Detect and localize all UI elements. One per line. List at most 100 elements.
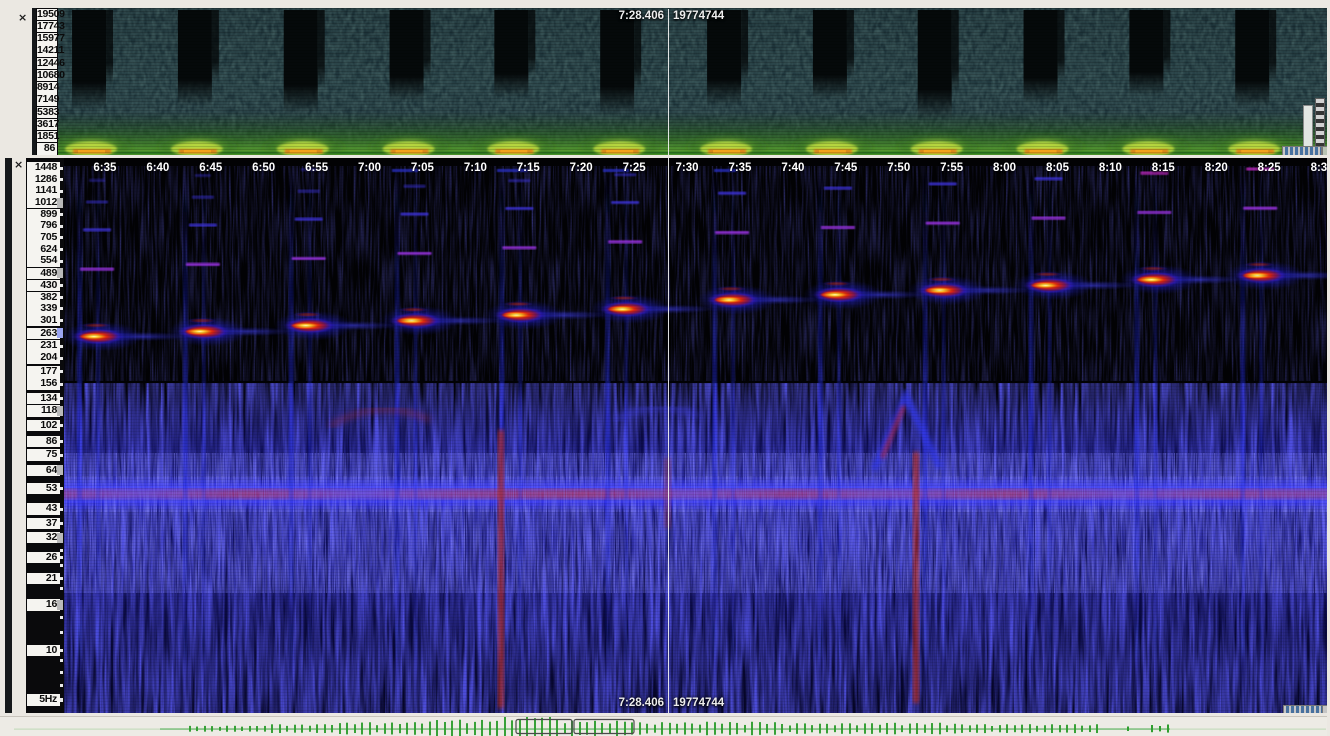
freq-label: 15977 [37, 33, 57, 44]
event-click-streak [395, 170, 400, 700]
freq-tick [60, 649, 63, 652]
comet-core [607, 305, 637, 312]
comet-core [1031, 282, 1061, 289]
freq-label: 1448 [27, 162, 60, 173]
event-click-streak [1048, 170, 1052, 700]
event-black-band [178, 10, 212, 106]
overview-waveform[interactable] [0, 717, 1330, 736]
event-click-streak [414, 170, 418, 700]
freq-label: 43 [27, 503, 60, 514]
event-black-subband [1058, 10, 1065, 81]
comet-echo [609, 295, 639, 300]
freq-tick [60, 577, 63, 580]
freq-label: 1851 [37, 131, 57, 142]
freq-label: 118 [27, 405, 60, 416]
freq-tick [60, 260, 63, 263]
scale-marker[interactable] [57, 268, 63, 278]
harmonic-dash [502, 246, 536, 249]
freq-tick [60, 556, 63, 559]
freq-label: 53 [27, 483, 60, 494]
freq-label: 21 [27, 573, 60, 584]
scale-marker[interactable] [57, 465, 63, 475]
bottom-spectrogram[interactable] [0, 158, 1330, 713]
freq-tick [60, 213, 63, 216]
harmonic-dash [295, 218, 323, 221]
top-spectrogram-panel: 1950917743159771421112446106808914714953… [0, 8, 1330, 155]
event-black-subband [106, 10, 113, 85]
event-black-subband [1269, 10, 1276, 84]
freq-tick [60, 370, 63, 373]
harmonic-dash [715, 231, 749, 234]
event-black-band [1235, 10, 1269, 108]
scale-marker[interactable] [57, 198, 63, 208]
harmonic-dash [401, 213, 429, 216]
bottom-close-button[interactable]: × [14, 160, 23, 170]
top-close-button[interactable]: × [18, 13, 27, 23]
event-black-band [72, 10, 106, 110]
event-orange-core [290, 150, 317, 153]
event-black-band [600, 10, 634, 116]
freq-tick [60, 345, 63, 348]
freq-label: 10680 [37, 70, 57, 81]
harmonic-dash [1137, 211, 1171, 214]
freq-label: 10 [27, 645, 60, 656]
event-orange-core [819, 150, 846, 153]
freq-label: 705 [27, 232, 60, 243]
comet-core [820, 291, 850, 298]
freq-tick [60, 522, 63, 525]
freq-label: 19509 [37, 9, 57, 20]
cursor-sample-readout-bottom: 19774744 [673, 697, 724, 709]
harmonic-dash [611, 201, 639, 204]
time-tick-label: 8:05 [1046, 162, 1069, 175]
event-orange-core [924, 150, 951, 153]
harmonic-dash [508, 179, 530, 182]
red-vertical-streak [498, 430, 504, 708]
freq-label: 86 [27, 436, 60, 447]
scale-marker[interactable] [57, 406, 63, 416]
freq-tick [60, 178, 63, 181]
overview-waveform-strip[interactable] [0, 716, 1330, 736]
harmonic-dash [80, 268, 114, 271]
comet-echo [293, 312, 323, 317]
scale-marker[interactable] [57, 600, 63, 610]
freq-label: 156 [27, 378, 60, 389]
event-click-streak [77, 170, 82, 700]
event-orange-core [1241, 150, 1268, 153]
scale-marker[interactable] [57, 328, 63, 338]
cursor-line-bottom [668, 158, 669, 713]
event-click-streak [818, 170, 823, 700]
event-click-streak [605, 170, 610, 700]
freq-tick [60, 631, 63, 634]
top-vertical-scrollbar[interactable] [1303, 105, 1313, 151]
top-spectrogram[interactable] [0, 8, 1330, 155]
bottom-horizontal-zoom-widget[interactable] [1283, 705, 1323, 713]
freq-label: 177 [27, 366, 60, 377]
harmonic-dash [1035, 177, 1063, 180]
event-black-subband [318, 10, 325, 88]
event-black-subband [212, 10, 219, 82]
freq-label: 5Hz [27, 694, 60, 705]
harmonic-dash [398, 252, 432, 255]
cursor-time-readout-top: 7:28.406 [584, 10, 664, 22]
freq-label: 5383 [37, 107, 57, 118]
scale-marker[interactable] [57, 533, 63, 543]
top-horizontal-zoom-widget[interactable] [1282, 146, 1322, 155]
freq-tick [60, 698, 63, 701]
cursor-time-readout-bottom: 7:28.406 [584, 697, 664, 709]
freq-label: 8914 [37, 82, 57, 93]
time-tick-label: 7:00 [358, 162, 381, 175]
event-click-streak [289, 170, 294, 700]
bottom-left-margin [0, 158, 26, 713]
freq-label: 489 [27, 268, 60, 279]
freq-label: 102 [27, 420, 60, 431]
time-tick-label: 7:30 [676, 162, 699, 175]
comet-echo [716, 286, 746, 291]
harmonic-dash [89, 179, 105, 182]
comet-echo [1244, 262, 1274, 267]
event-orange-core [184, 150, 211, 153]
overview-selection-box[interactable] [516, 720, 572, 734]
harmonic-dash [83, 228, 111, 231]
freq-label: 12446 [37, 58, 57, 69]
freq-label: 64 [27, 465, 60, 476]
freq-label: 7149 [37, 94, 57, 105]
